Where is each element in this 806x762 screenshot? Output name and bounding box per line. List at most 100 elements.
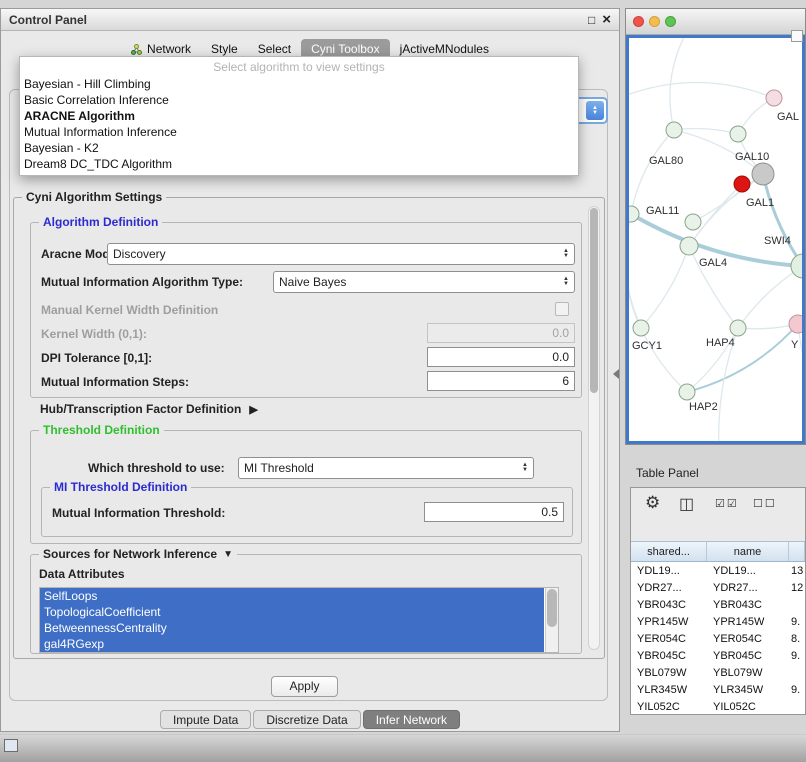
hub-definition-toggle[interactable]: Hub/Transcription Factor Definition ▶ <box>40 402 258 416</box>
algorithm-combobox-fragment[interactable]: ▲▼ <box>579 97 608 124</box>
table-panel-window: ⚙ ◫ ☑☑ ☐☐ shared...name YDL19...YDL19...… <box>630 487 806 715</box>
which-threshold-select[interactable]: MI Threshold ▲▼ <box>238 457 534 479</box>
dpi-tolerance-input[interactable]: 0.0 <box>427 347 575 367</box>
table-row[interactable]: YBR045CYBR045C9. <box>631 647 805 664</box>
table-row[interactable]: YBL079WYBL079W <box>631 664 805 681</box>
algorithm-option-basic-correlation-inference[interactable]: Basic Correlation Inference <box>20 92 578 108</box>
deselect-all-checkboxes-icon[interactable]: ☐☐ <box>753 497 777 510</box>
table-row[interactable]: YIL052CYIL052C <box>631 698 805 714</box>
algorithm-dropdown-placeholder: Select algorithm to view settings <box>20 59 578 76</box>
close-traffic-light-icon[interactable] <box>633 16 644 27</box>
network-node-gal1_red[interactable] <box>734 176 750 192</box>
settings-scrollbar-thumb[interactable] <box>590 208 598 393</box>
network-node-n_a[interactable] <box>666 122 682 138</box>
mini-panel-icon[interactable] <box>4 739 18 752</box>
kernel-width-input[interactable]: 0.0 <box>427 323 575 343</box>
column-selector-icon[interactable]: ◫ <box>679 494 694 514</box>
aracne-mode-value: Discovery <box>113 247 563 261</box>
aracne-mode-select[interactable]: Discovery ▲▼ <box>107 243 575 265</box>
network-edge[interactable] <box>674 128 738 134</box>
network-edge[interactable] <box>629 83 774 99</box>
tab-label: jActiveMNodules <box>400 42 489 56</box>
network-edge[interactable] <box>629 214 641 328</box>
attribute-item-selfloops[interactable]: SelfLoops <box>40 588 544 604</box>
mi-threshold-input[interactable]: 0.5 <box>424 502 564 522</box>
algorithm-option-bayesian-k2[interactable]: Bayesian - K2 <box>20 140 578 156</box>
table-body: YDL19...YDL19...13YDR27...YDR27...12YBR0… <box>631 562 805 714</box>
panel-splitter-handle[interactable] <box>613 369 619 379</box>
sources-title: Sources for Network Inference <box>43 547 217 561</box>
table-cell: YBR043C <box>631 599 707 611</box>
network-node-swi4[interactable] <box>791 254 804 278</box>
network-edge[interactable] <box>798 324 804 398</box>
expanded-arrow-icon[interactable]: ▼ <box>223 549 233 560</box>
threshold-definition-group: Threshold Definition Which threshold to … <box>30 430 582 544</box>
network-node-hap2[interactable] <box>679 384 695 400</box>
network-edge[interactable] <box>689 174 763 246</box>
network-node-pink_top[interactable] <box>766 90 782 106</box>
minimize-traffic-light-icon[interactable] <box>649 16 660 27</box>
network-edge[interactable] <box>641 328 687 392</box>
table-row[interactable]: YDR27...YDR27...12 <box>631 579 805 596</box>
bottom-tab-infer-network[interactable]: Infer Network <box>363 710 460 729</box>
network-node-gal10[interactable] <box>752 163 774 185</box>
attributes-scrollbar-thumb[interactable] <box>547 589 557 627</box>
tab-label: Cyni Toolbox <box>311 42 379 56</box>
tab-label: Style <box>211 42 238 56</box>
network-edge[interactable] <box>763 174 803 266</box>
algorithm-option-aracne-algorithm[interactable]: ARACNE Algorithm <box>20 108 578 124</box>
mi-type-select[interactable]: Naive Bayes ▲▼ <box>273 271 575 293</box>
network-edge[interactable] <box>641 246 689 328</box>
gear-icon[interactable]: ⚙ <box>645 493 660 513</box>
algorithm-option-mutual-information-inference[interactable]: Mutual Information Inference <box>20 124 578 140</box>
network-canvas[interactable]: GALGAL80GAL10GAL11GAL1SWI4GAL4GCY1HAP4YH… <box>629 38 804 443</box>
network-node-n_b[interactable] <box>730 126 746 142</box>
apply-button[interactable]: Apply <box>271 676 338 697</box>
network-corner-button[interactable] <box>791 30 803 42</box>
network-node-mid_g[interactable] <box>685 214 701 230</box>
table-row[interactable]: YBR043CYBR043C <box>631 596 805 613</box>
column-header-extra[interactable] <box>789 542 805 561</box>
attribute-item-betweennesscentrality[interactable]: BetweennessCentrality <box>40 620 544 636</box>
network-node-gcy1[interactable] <box>633 320 649 336</box>
bottom-tab-discretize-data[interactable]: Discretize Data <box>253 710 360 729</box>
kernel-width-label: Kernel Width (0,1): <box>41 327 147 341</box>
node-attribute-table: shared...name YDL19...YDL19...13YDR27...… <box>631 541 805 714</box>
zoom-traffic-light-icon[interactable] <box>665 16 676 27</box>
settings-scrollbar[interactable] <box>588 206 600 650</box>
attribute-item-gal4rgexp[interactable]: gal4RGexp <box>40 636 544 652</box>
bottom-tab-impute-data[interactable]: Impute Data <box>160 710 251 729</box>
table-cell: YLR345W <box>707 684 789 696</box>
table-cell: YDR27... <box>631 582 707 594</box>
mi-steps-input[interactable]: 6 <box>427 371 575 391</box>
algorithm-option-bayesian-hill-climbing[interactable]: Bayesian - Hill Climbing <box>20 76 578 92</box>
network-node-label-swi4: SWI4 <box>764 235 791 247</box>
network-view-window: GALGAL80GAL10GAL11GAL1SWI4GAL4GCY1HAP4YH… <box>625 8 806 445</box>
control-panel-title: Control Panel <box>9 13 87 27</box>
tab-label: Network <box>147 42 191 56</box>
attribute-item-topologicalcoefficient[interactable]: TopologicalCoefficient <box>40 604 544 620</box>
select-all-checkboxes-icon[interactable]: ☑☑ <box>715 497 739 510</box>
float-window-icon[interactable]: □ <box>588 14 595 26</box>
algorithm-option-dream8-dc-tdc-algorithm[interactable]: Dream8 DC_TDC Algorithm <box>20 156 578 172</box>
column-header-shared[interactable]: shared... <box>631 542 707 561</box>
manual-kernel-checkbox[interactable] <box>555 302 569 316</box>
table-row[interactable]: YER054CYER054C8. <box>631 630 805 647</box>
table-cell: YPR145W <box>707 616 789 628</box>
attributes-scrollbar[interactable] <box>545 588 558 652</box>
network-edge[interactable] <box>631 130 674 214</box>
table-row[interactable]: YPR145WYPR145W9. <box>631 613 805 630</box>
table-row[interactable]: YDL19...YDL19...13 <box>631 562 805 579</box>
close-window-icon[interactable]: × <box>602 12 611 27</box>
table-row[interactable]: YLR345WYLR345W9. <box>631 681 805 698</box>
column-header-name[interactable]: name <box>707 542 789 561</box>
network-node-hap4[interactable] <box>730 320 746 336</box>
application-desktop: Control Panel □ × Network Style Select Cyni… <box>0 0 806 762</box>
network-node-gal4[interactable] <box>680 237 698 255</box>
mi-threshold-definition-title: MI Threshold Definition <box>50 480 191 494</box>
network-node-pink_r[interactable] <box>789 315 804 333</box>
network-tab-icon <box>131 44 142 55</box>
tab-label: Select <box>258 42 291 56</box>
data-attributes-list[interactable]: SelfLoopsTopologicalCoefficientBetweenne… <box>39 587 559 653</box>
control-panel-titlebar: Control Panel □ × <box>1 9 619 31</box>
